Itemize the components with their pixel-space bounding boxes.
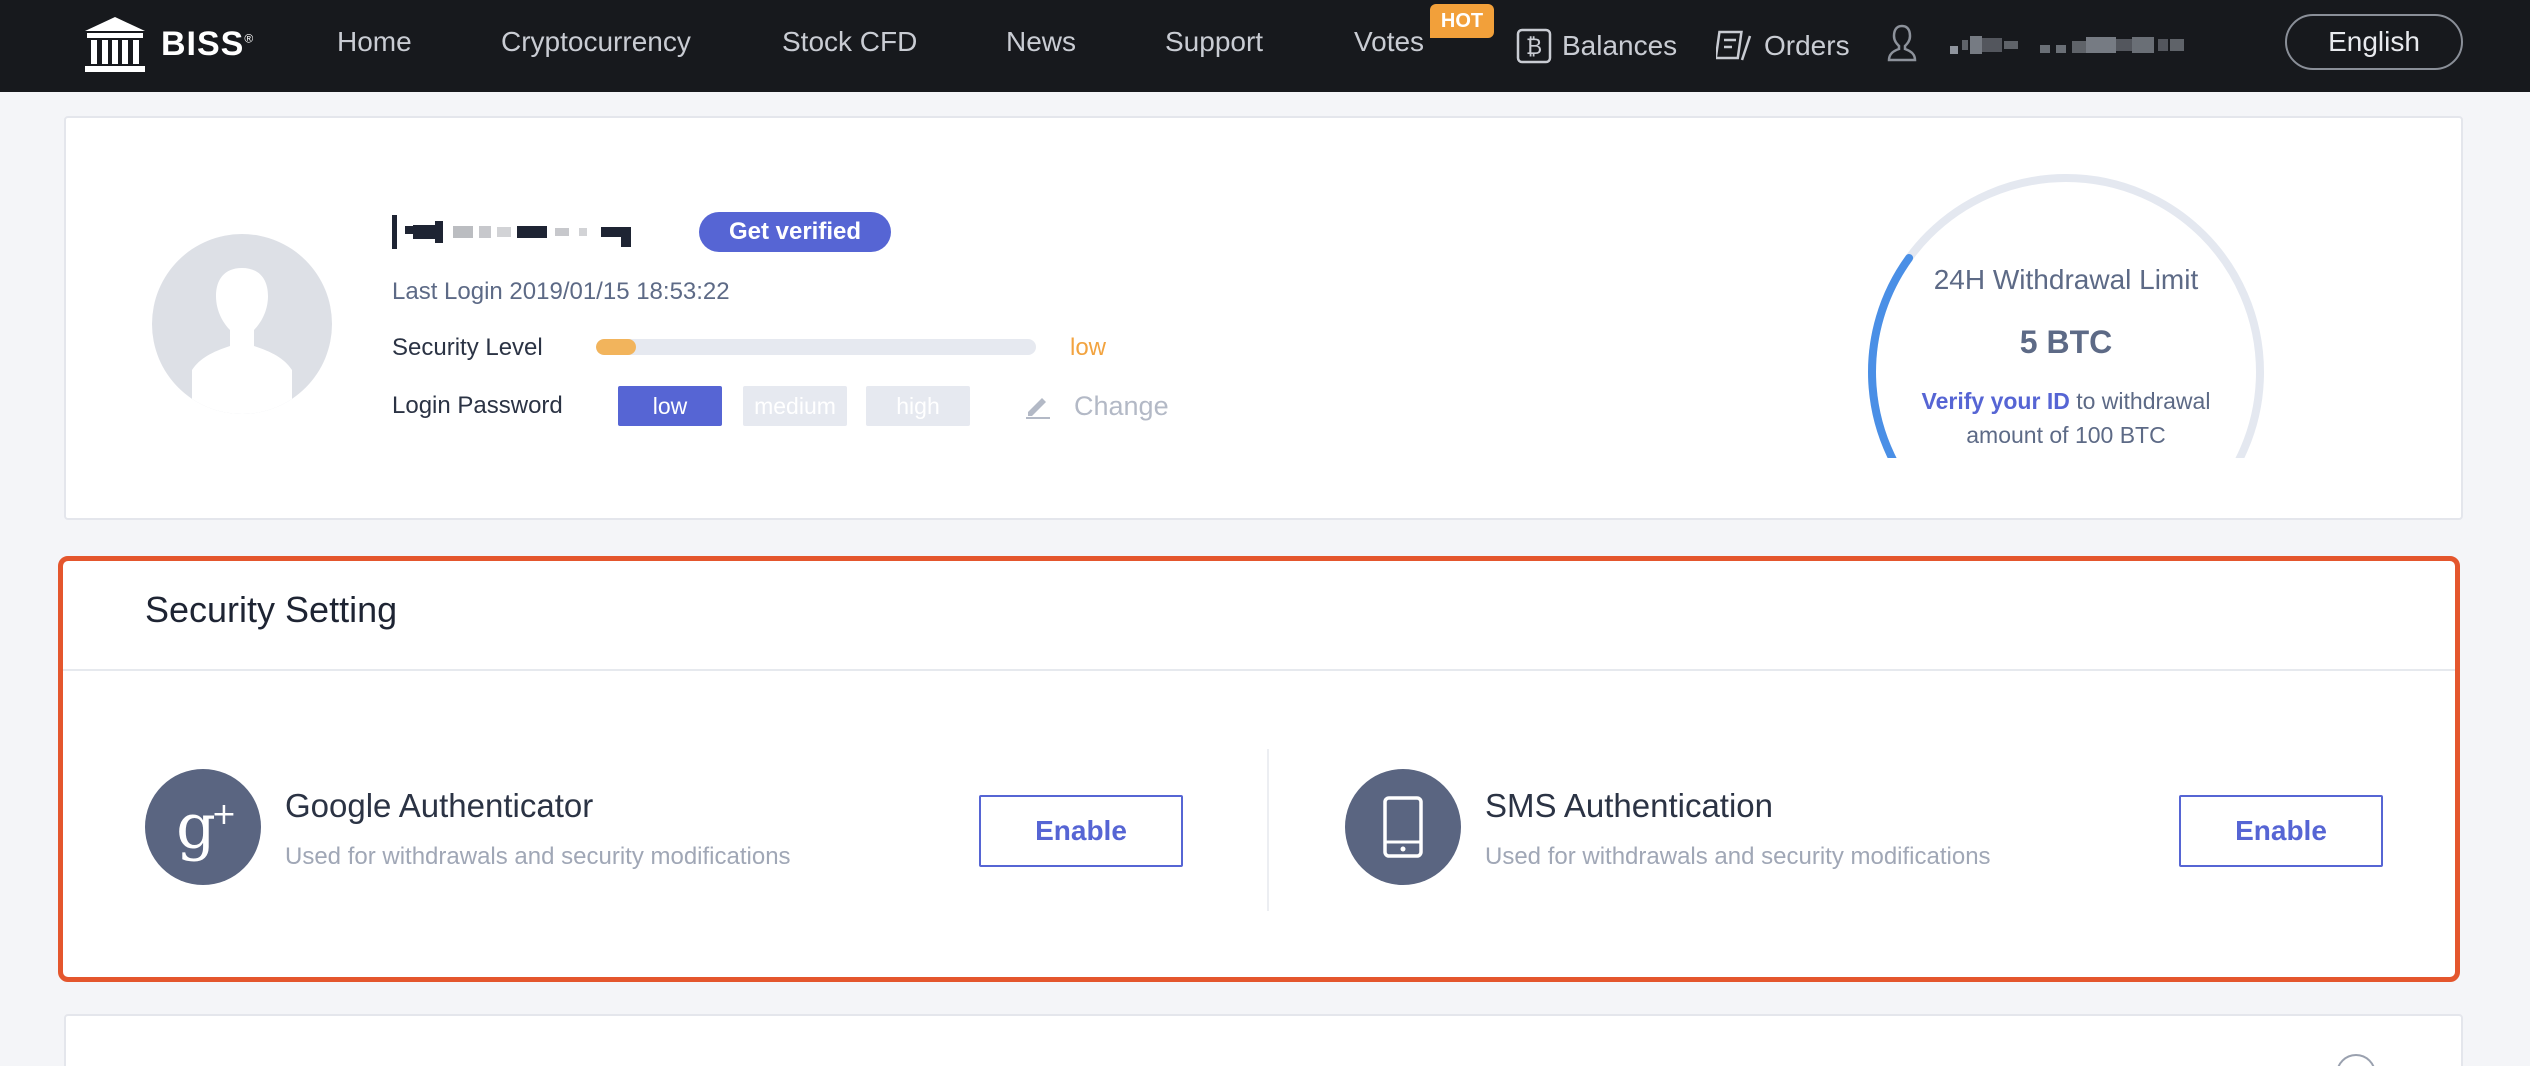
google-authenticator-subtitle: Used for withdrawals and security modifi…	[285, 843, 791, 870]
orders-icon	[1716, 30, 1752, 61]
sms-authentication-title: SMS Authentication	[1485, 787, 1774, 824]
enable-sms-auth-button[interactable]: Enable	[2179, 795, 2383, 867]
enable-google-auth-button[interactable]: Enable	[979, 795, 1183, 867]
user-icon[interactable]	[1885, 22, 1919, 62]
verify-id-link[interactable]: Verify your ID	[1922, 388, 2070, 414]
google-plus-icon: g +	[145, 769, 261, 885]
nav-news[interactable]: News	[1006, 0, 1076, 92]
withdrawal-limit-title: 24H Withdrawal Limit	[1933, 264, 2199, 295]
security-setting-card: Security Setting g + Google Authenticato…	[58, 556, 2460, 982]
nav-balances[interactable]: ₿ Balances	[1516, 0, 1677, 92]
svg-text:g: g	[176, 792, 216, 862]
withdrawal-address-card	[64, 1014, 2463, 1066]
svg-text:₿: ₿	[1526, 35, 1542, 60]
phone-icon	[1345, 769, 1461, 885]
bank-building-icon	[85, 17, 145, 72]
username-redacted	[392, 212, 631, 252]
avatar	[152, 234, 332, 414]
bitcoin-icon: ₿	[1516, 28, 1552, 64]
top-nav: BISS® Home Cryptocurrency Stock CFD News…	[0, 0, 2530, 92]
google-authenticator-title: Google Authenticator	[285, 787, 594, 824]
section-divider	[63, 669, 2455, 671]
brand-name: BISS®	[161, 24, 255, 63]
security-level-label: Security Level	[392, 334, 543, 361]
password-strength-medium: medium	[743, 386, 847, 426]
nav-cryptocurrency[interactable]: Cryptocurrency	[501, 0, 691, 92]
svg-text:+: +	[211, 797, 236, 832]
user-name-redacted[interactable]	[1950, 34, 2184, 56]
withdrawal-limit-note: Verify your ID to withdrawal amount of 1…	[1896, 384, 2236, 452]
change-password-link[interactable]: Change	[1024, 386, 1169, 426]
get-verified-button[interactable]: Get verified	[699, 212, 891, 252]
security-level-value: low	[1070, 334, 1107, 361]
brand-logo[interactable]: BISS®	[83, 14, 254, 74]
nav-votes[interactable]: Votes	[1354, 0, 1424, 92]
password-strength-low: low	[618, 386, 722, 426]
security-level-bar-fill	[596, 339, 636, 355]
nav-orders[interactable]: Orders	[1716, 0, 1850, 92]
security-setting-title: Security Setting	[145, 589, 398, 630]
nav-orders-label: Orders	[1764, 30, 1850, 61]
password-strength-high: high	[866, 386, 970, 426]
user-silhouette-icon	[192, 268, 292, 414]
column-divider	[1267, 749, 1269, 911]
nav-stock-cfd[interactable]: Stock CFD	[782, 0, 917, 92]
profile-card: Get verified Last Login 2019/01/15 18:53…	[64, 116, 2463, 520]
last-login: Last Login 2019/01/15 18:53:22	[392, 278, 730, 305]
help-icon[interactable]	[2336, 1054, 2376, 1066]
nav-balances-label: Balances	[1562, 30, 1678, 61]
hot-badge: HOT	[1430, 4, 1494, 38]
nav-home[interactable]: Home	[337, 0, 412, 92]
sms-authentication-subtitle: Used for withdrawals and security modifi…	[1485, 843, 1991, 870]
language-button[interactable]: English	[2285, 14, 2463, 70]
withdrawal-limit-value: 5 BTC	[2019, 324, 2113, 360]
nav-support[interactable]: Support	[1165, 0, 1263, 92]
pencil-icon	[1026, 398, 1050, 419]
change-link-label: Change	[1074, 390, 1169, 421]
login-password-label: Login Password	[392, 392, 563, 419]
security-level-bar	[596, 339, 1036, 355]
